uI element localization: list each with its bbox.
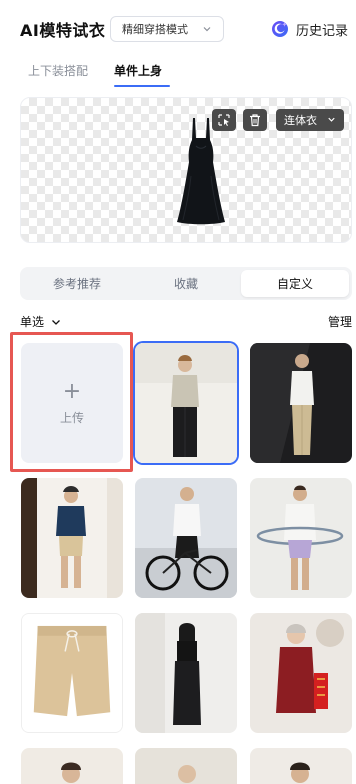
mode-tabs: 上下装搭配 单件上身 [0, 58, 356, 88]
model-tile[interactable] [21, 748, 123, 784]
upload-label: 上传 [59, 410, 84, 425]
history-icon [272, 21, 288, 37]
tab-top-bottom[interactable]: 上下装搭配 [28, 62, 88, 79]
segment-custom[interactable]: 自定义 [241, 270, 349, 297]
model-tile[interactable] [250, 748, 352, 784]
delete-button[interactable] [243, 109, 267, 131]
garment-preview: 连体衣 [20, 97, 352, 243]
model-tile[interactable] [135, 748, 237, 784]
model-source-segments: 参考推荐 收藏 自定义 [20, 267, 352, 300]
model-tile[interactable] [21, 613, 123, 733]
model-tile[interactable] [250, 613, 352, 733]
model-tile[interactable] [21, 478, 123, 598]
mode-select-label: 精细穿搭模式 [122, 23, 188, 36]
model-image [135, 613, 237, 733]
chevron-down-icon [328, 117, 335, 122]
model-image [22, 614, 122, 732]
model-tile[interactable] [135, 343, 237, 463]
model-image [135, 748, 237, 784]
model-image [250, 478, 352, 598]
manage-button[interactable]: 管理 [328, 313, 352, 330]
model-tile[interactable] [135, 613, 237, 733]
garment-type-label: 连体衣 [284, 114, 317, 127]
selection-mode-label: 单选 [20, 315, 45, 329]
segment-recommended[interactable]: 参考推荐 [23, 270, 131, 297]
model-tile[interactable] [250, 343, 352, 463]
trash-icon [250, 114, 260, 127]
model-image [21, 748, 123, 784]
garment-type-select[interactable]: 连体衣 [276, 109, 344, 131]
mode-select[interactable]: 精细穿搭模式 [110, 16, 224, 42]
model-image [21, 478, 123, 598]
selection-mode-select[interactable]: 单选 [20, 313, 62, 330]
segment-favorites[interactable]: 收藏 [132, 270, 240, 297]
select-tool-button[interactable] [212, 109, 236, 131]
chevron-down-icon [52, 319, 60, 325]
history-button[interactable]: 历史记录 [270, 18, 348, 40]
chevron-down-icon [203, 27, 211, 32]
garment-image [177, 118, 225, 225]
model-tile[interactable] [250, 478, 352, 598]
tab-single-item[interactable]: 单件上身 [114, 62, 162, 79]
model-image [135, 343, 237, 463]
plus-icon: + [62, 378, 82, 404]
model-image [250, 343, 352, 463]
model-image [250, 613, 352, 733]
model-image [250, 748, 352, 784]
app-title: AI模特试衣 [20, 21, 106, 40]
header: AI模特试衣 精细穿搭模式 历史记录 [0, 0, 356, 56]
select-icon [218, 114, 230, 126]
model-image [135, 478, 237, 598]
upload-button[interactable]: + 上传 [21, 343, 123, 463]
model-tile[interactable] [135, 478, 237, 598]
history-label: 历史记录 [296, 23, 349, 39]
active-tab-indicator [114, 85, 170, 87]
